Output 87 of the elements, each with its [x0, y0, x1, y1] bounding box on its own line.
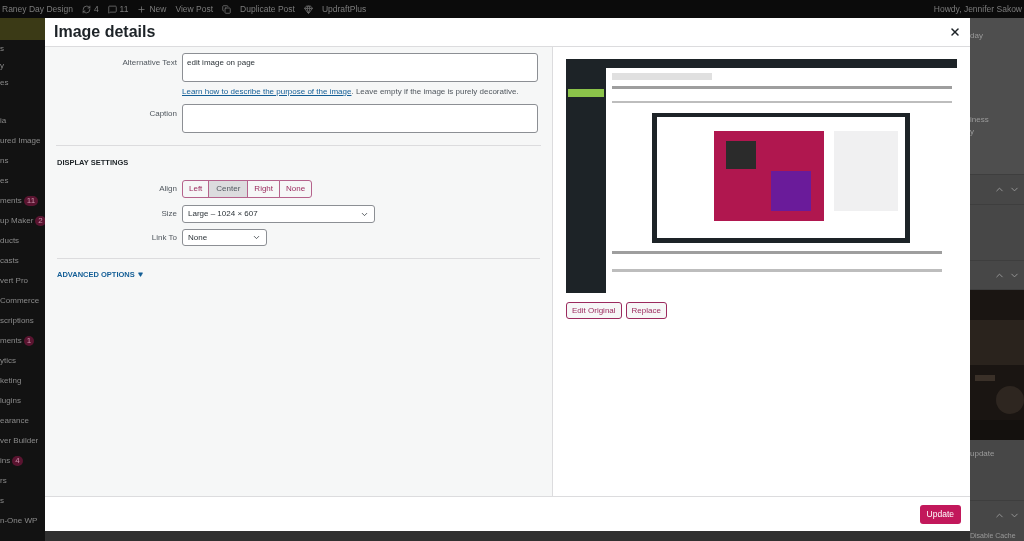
sidebar-item[interactable]: casts	[0, 251, 45, 271]
sidebar-item-label: ver Builder	[0, 435, 39, 447]
image-action-button[interactable]: Replace	[625, 302, 667, 319]
sidebar-item-label: ins	[0, 455, 11, 467]
plus-icon[interactable]	[137, 4, 147, 14]
sidebar-item-label: s	[0, 42, 4, 55]
sidebar-item[interactable]: earance	[0, 411, 45, 431]
comments-icon[interactable]	[107, 4, 117, 14]
new-link[interactable]: New	[149, 2, 167, 16]
sidebar-item[interactable]: vert Pro	[0, 271, 45, 291]
panel-text: day	[970, 30, 984, 42]
image-action-button[interactable]: Edit Original	[566, 302, 622, 319]
sidebar-item[interactable]: ments 11	[0, 191, 45, 211]
sidebar-item[interactable]: scriptions	[0, 311, 45, 331]
view-post-link[interactable]: View Post	[175, 2, 214, 16]
sidebar-item-label: ments	[0, 335, 22, 347]
sidebar-item[interactable]: rs	[0, 471, 45, 491]
sidebar-item-label: rs	[0, 475, 7, 487]
howdy-link[interactable]: Howdy, Jennifer Sakow	[933, 2, 1022, 16]
alt-text-field[interactable]: edit image on page	[182, 53, 538, 82]
sidebar-item[interactable]: keting	[0, 371, 45, 391]
sidebar-item-label: ytics	[0, 355, 16, 367]
sidebar-item[interactable]: ver Builder	[0, 431, 45, 451]
align-option[interactable]: Left	[182, 180, 210, 199]
sidebar-item[interactable]: ns	[0, 151, 45, 171]
panel-text: y	[970, 126, 975, 138]
field-label: Link To	[150, 231, 177, 244]
sidebar-item[interactable]: s	[0, 40, 45, 57]
count-badge: 1	[23, 336, 35, 346]
dialog-title: Image details	[54, 22, 156, 42]
sidebar-item-label: es	[0, 76, 9, 89]
sidebar-item[interactable]: ytics	[0, 351, 45, 371]
sidebar-item-label: es	[0, 175, 9, 187]
sidebar-item-label: keting	[0, 375, 22, 387]
count-badge: 11	[23, 196, 39, 206]
field-label: Align	[158, 183, 177, 196]
caption-field[interactable]	[182, 104, 538, 133]
sidebar-item-label: earance	[0, 415, 29, 427]
sidebar-item-label: ia	[0, 115, 7, 127]
panel-text: iness	[970, 114, 990, 126]
sidebar-item-label: vert Pro	[0, 275, 28, 287]
updraftplus-link[interactable]: UpdraftPlus	[321, 2, 367, 16]
update-button[interactable]: Update	[919, 504, 961, 524]
updates-count: 4	[93, 2, 99, 16]
count-badge: 4	[12, 456, 23, 466]
close-icon[interactable]	[949, 26, 961, 38]
help-text: Learn how to describe the purpose of the image. Leave empty if the image is purely decorative.	[182, 86, 520, 98]
sidebar-item[interactable]: s	[0, 491, 45, 511]
sidebar-item[interactable]: lugins	[0, 391, 45, 411]
field-label: Size	[160, 208, 177, 221]
sidebar-item-label: ments	[0, 195, 22, 207]
sidebar-item-label: up Maker	[0, 215, 34, 227]
sidebar-item[interactable]: ins 4	[0, 451, 45, 471]
sidebar-item[interactable]: ia	[0, 111, 45, 131]
sidebar-item[interactable]: y	[0, 57, 45, 74]
diamond-icon[interactable]	[303, 4, 313, 14]
sidebar-item-label: Commerce	[0, 295, 40, 307]
sidebar-item-label: scriptions	[0, 315, 34, 327]
sidebar-item-label: n-One WP	[0, 515, 38, 527]
copy-icon[interactable]	[222, 4, 232, 14]
sidebar-item[interactable]: es	[0, 74, 45, 91]
triangle-down-icon	[137, 272, 143, 278]
site-name-link[interactable]: Raney Day Design	[2, 2, 73, 16]
comments-count: 11	[119, 2, 129, 16]
link-to-select[interactable]: None	[182, 229, 267, 247]
sidebar-item[interactable]: es	[0, 171, 45, 191]
sidebar-item[interactable]: ments 1	[0, 331, 45, 351]
panel-text: update	[970, 449, 995, 458]
align-option[interactable]: Center	[208, 180, 249, 199]
align-option[interactable]: Right	[247, 180, 281, 199]
sidebar-item-label: casts	[0, 255, 19, 267]
sidebar-item[interactable]: up Maker 2	[0, 211, 45, 231]
updates-icon[interactable]	[81, 4, 91, 14]
sidebar-item[interactable]: n-One WP	[0, 511, 45, 531]
sidebar-item-label: ducts	[0, 235, 20, 247]
sidebar-item[interactable]: ducts	[0, 231, 45, 251]
size-select[interactable]: Large – 1024 × 607	[182, 205, 375, 224]
duplicate-post-link[interactable]: Duplicate Post	[240, 2, 295, 16]
sidebar-item-label: y	[0, 59, 4, 72]
sidebar-item-label: lugins	[0, 395, 21, 407]
count-badge: 2	[35, 216, 45, 226]
align-option[interactable]: None	[279, 180, 313, 199]
sidebar-item-label: s	[0, 495, 4, 507]
sidebar-item[interactable]: Commerce	[0, 291, 45, 311]
sidebar-item-label: ns	[0, 155, 9, 167]
field-label: Alternative Text	[121, 57, 177, 69]
field-label: Caption	[148, 108, 177, 120]
